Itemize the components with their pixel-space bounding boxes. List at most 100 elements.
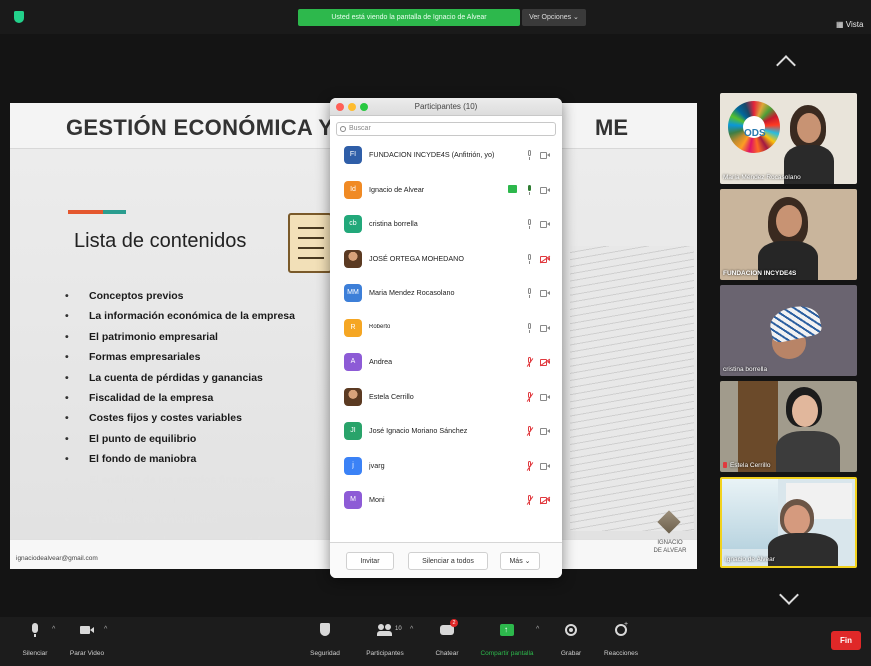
- video-camera-icon[interactable]: [540, 462, 550, 470]
- participant-row[interactable]: A Andrea: [330, 347, 562, 382]
- participant-name: FUNDACION INCYDE4S (Anfitrión, yo): [369, 150, 495, 159]
- microphone-icon[interactable]: [526, 253, 533, 265]
- video-tile[interactable]: Estela Cerrillo: [720, 381, 857, 472]
- list-item-faded: El análisis de rentabilidad: [62, 510, 314, 530]
- background-poster: [722, 479, 778, 549]
- video-off-icon[interactable]: [540, 359, 550, 366]
- video-camera-icon[interactable]: [540, 221, 550, 228]
- share-screen-icon: ↑: [500, 623, 514, 637]
- video-off-icon[interactable]: [540, 497, 550, 504]
- list-item: El fondo de maniobra: [62, 449, 314, 469]
- video-off-icon[interactable]: [540, 255, 550, 263]
- video-camera-icon[interactable]: [540, 324, 550, 332]
- share-screen-button[interactable]: ↑ Compartir pantalla: [472, 623, 542, 657]
- tile-name: Ignacio de Alvear: [725, 556, 775, 563]
- video-tile[interactable]: cristina borrella: [720, 285, 857, 376]
- more-button[interactable]: Más ⌄: [500, 552, 540, 570]
- microphone-icon[interactable]: [526, 219, 533, 230]
- participant-row[interactable]: JI José Ignacio Moriano Sánchez: [330, 416, 562, 451]
- headwear: [767, 302, 823, 344]
- contents-list: Conceptos previos La información económi…: [62, 286, 314, 551]
- mic-muted-icon[interactable]: [526, 460, 533, 472]
- tile-name: María Méndez Rocasolano: [723, 174, 801, 181]
- participants-icon: 10: [377, 623, 402, 637]
- shoulders: [768, 533, 838, 566]
- zoom-meeting-window: Usted está viendo la pantalla de Ignacio…: [0, 0, 871, 666]
- checklist-icon: [288, 213, 332, 273]
- chevron-up-icon[interactable]: [776, 55, 796, 75]
- stop-video-button[interactable]: Parar Video: [52, 623, 122, 657]
- video-camera-icon[interactable]: [540, 393, 550, 401]
- reactions-label: Reacciones: [604, 650, 638, 657]
- panel-title: Participantes (10): [414, 102, 478, 111]
- view-button[interactable]: ▦ Vista: [836, 20, 863, 29]
- mic-muted-icon[interactable]: [526, 495, 533, 506]
- participant-row[interactable]: MM Maria Mendez Rocasolano: [330, 278, 562, 313]
- participant-row[interactable]: M Moni: [330, 485, 562, 520]
- mic-muted-icon[interactable]: [526, 426, 533, 437]
- participant-row[interactable]: Estela Cerrillo: [330, 382, 562, 417]
- video-tile-active[interactable]: Ignacio de Alvear: [720, 477, 857, 568]
- participant-row[interactable]: R Roberto: [330, 313, 562, 348]
- list-item: Formas empresariales: [62, 347, 314, 367]
- tile-name: cristina borrella: [723, 366, 768, 373]
- slide-title: GESTIÓN ECONÓMICA Y FI: [66, 115, 360, 140]
- chevron-down-icon[interactable]: [779, 585, 799, 605]
- avatar: M: [344, 491, 362, 509]
- list-item: El patrimonio empresarial: [62, 327, 314, 347]
- video-camera-icon: [80, 623, 94, 637]
- participant-name: jvarg: [369, 460, 385, 470]
- caret-up-icon[interactable]: ^: [104, 626, 107, 633]
- video-camera-icon[interactable]: [540, 290, 550, 297]
- video-camera-icon[interactable]: [540, 186, 550, 194]
- microphone-icon: [28, 623, 42, 637]
- video-camera-icon[interactable]: [540, 428, 550, 435]
- slide-logo-line: DE ALVEAR: [653, 548, 687, 554]
- list-item: Costes fijos y costes variables: [62, 408, 314, 428]
- panel-titlebar: Participantes (10): [330, 98, 562, 116]
- shield-icon: [318, 623, 332, 637]
- encryption-shield-icon[interactable]: [14, 11, 24, 23]
- panel-footer: Invitar Silenciar a todos Más ⌄: [330, 542, 562, 578]
- video-tile[interactable]: FUNDACION INCYDE4S: [720, 189, 857, 280]
- top-bar: Usted está viendo la pantalla de Ignacio…: [0, 0, 871, 34]
- participant-list: FI FUNDACION INCYDE4S (Anfitrión, yo) Id Ig…: [330, 140, 562, 544]
- participant-row[interactable]: FI FUNDACION INCYDE4S (Anfitrión, yo): [330, 140, 562, 175]
- video-tile[interactable]: ODS María Méndez Rocasolano: [720, 93, 857, 184]
- invite-button[interactable]: Invitar: [346, 552, 394, 570]
- view-button-label: Vista: [845, 20, 864, 29]
- reactions-button[interactable]: + Reacciones: [586, 621, 656, 657]
- avatar: JI: [344, 422, 362, 440]
- mic-muted-icon[interactable]: [526, 357, 533, 368]
- participant-name: JOSÉ ORTEGA MOHEDANO: [369, 253, 464, 263]
- mute-all-button[interactable]: Silenciar a todos: [408, 552, 488, 570]
- slide-title-end: ME: [595, 115, 628, 140]
- participant-row[interactable]: Id Ignacio de Alvear: [330, 175, 562, 210]
- meeting-toolbar: Silenciar ^ Parar Video ^ Seguridad 10 P…: [0, 617, 871, 666]
- microphone-icon[interactable]: [526, 288, 533, 299]
- participant-row[interactable]: cb cristina borrella: [330, 209, 562, 244]
- mic-muted-icon[interactable]: [526, 391, 533, 403]
- slide-accent-bar: [68, 210, 126, 214]
- microphone-icon[interactable]: [526, 184, 533, 196]
- microphone-icon[interactable]: [526, 322, 533, 334]
- slide-logo-text: IGNACIO DE ALVEAR: [648, 539, 692, 555]
- smiley-icon: +: [614, 621, 628, 637]
- avatar: cb: [344, 215, 362, 233]
- participant-row[interactable]: JOSÉ ORTEGA MOHEDANO: [330, 244, 562, 279]
- mic-muted-icon: [723, 462, 727, 468]
- slide-email: ignaciodealvear@gmail.com: [16, 555, 98, 562]
- list-item-faded: El análisis de ratios: [62, 490, 314, 510]
- microphone-icon[interactable]: [526, 150, 533, 161]
- end-meeting-button[interactable]: Fin: [831, 631, 861, 650]
- participant-row[interactable]: j jvarg: [330, 451, 562, 486]
- video-camera-icon[interactable]: [540, 152, 550, 159]
- participant-name: Moni: [369, 495, 385, 504]
- search-placeholder: Buscar: [349, 125, 371, 132]
- search-input[interactable]: Buscar: [336, 122, 556, 136]
- record-icon: [564, 623, 578, 637]
- view-options-button[interactable]: Ver Opciones ⌄: [522, 9, 586, 26]
- participant-name: Roberto: [369, 323, 391, 330]
- avatar: R: [344, 318, 362, 337]
- participant-name: Maria Mendez Rocasolano: [369, 288, 455, 297]
